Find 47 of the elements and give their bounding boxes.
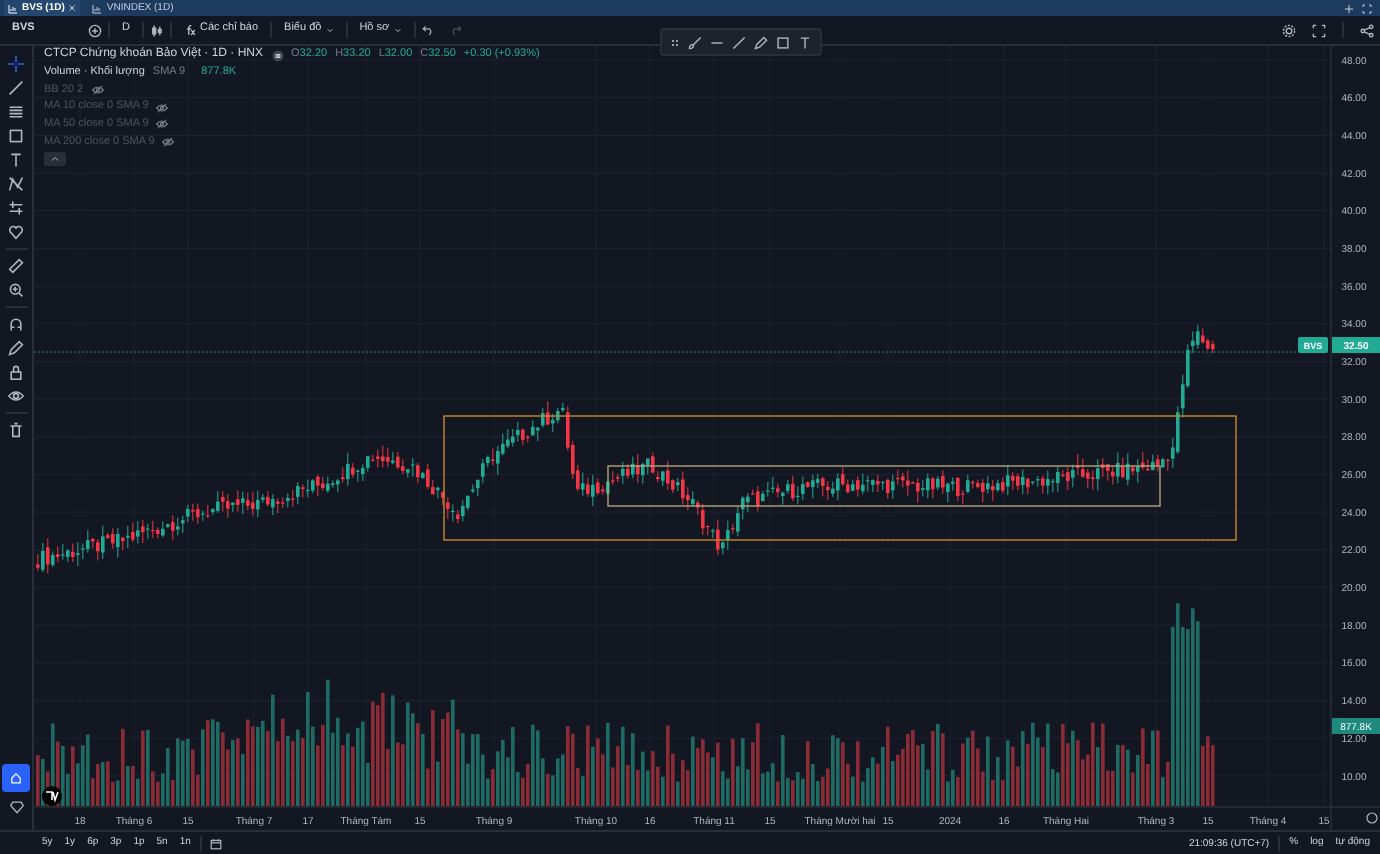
- fullscreen-icon[interactable]: [1312, 23, 1326, 37]
- trend-line-icon[interactable]: [732, 35, 746, 49]
- magnet-icon[interactable]: [8, 316, 24, 332]
- undo-icon[interactable]: [421, 24, 434, 36]
- caret-icon: [393, 26, 402, 34]
- rectangle-drawing[interactable]: [607, 465, 1161, 507]
- candles-icon[interactable]: [149, 23, 164, 37]
- expand-icon[interactable]: [1362, 3, 1372, 13]
- rectangle-icon[interactable]: [776, 35, 790, 49]
- home-icon[interactable]: [10, 772, 22, 784]
- heart-icon[interactable]: [8, 224, 24, 240]
- chart-icon: [8, 3, 18, 13]
- trash-icon[interactable]: [8, 422, 24, 438]
- caret-icon: [325, 26, 334, 34]
- text-icon[interactable]: [8, 152, 24, 168]
- pencil-icon[interactable]: [8, 340, 24, 356]
- text-icon[interactable]: [798, 35, 812, 49]
- brush-icon[interactable]: [688, 35, 702, 49]
- share-icon[interactable]: [1360, 23, 1374, 37]
- add-icon[interactable]: [1344, 3, 1354, 13]
- logo-icon: [42, 786, 62, 806]
- eye-off-icon[interactable]: [91, 84, 104, 97]
- pencil-icon[interactable]: [754, 35, 768, 49]
- chart-icon: [92, 3, 103, 13]
- axis-settings-icon[interactable]: [1366, 812, 1378, 824]
- rectangle-drawing[interactable]: [443, 415, 1237, 541]
- parallel-lines-icon[interactable]: [8, 200, 24, 216]
- eye-off-icon[interactable]: [162, 135, 175, 148]
- object-tree-icon[interactable]: [9, 800, 23, 814]
- add-symbol-icon[interactable]: [88, 23, 102, 37]
- collapse-icon[interactable]: [50, 154, 60, 165]
- eye-icon[interactable]: [8, 388, 24, 404]
- crosshair-icon[interactable]: [8, 56, 24, 72]
- pattern-icon[interactable]: [8, 176, 24, 192]
- close-icon[interactable]: [68, 4, 77, 12]
- zoom-icon[interactable]: [8, 282, 24, 298]
- ruler-icon[interactable]: [8, 258, 24, 274]
- fib-lines-icon[interactable]: [8, 104, 24, 120]
- eye-off-icon[interactable]: [156, 101, 169, 114]
- settings-icon[interactable]: [1282, 23, 1296, 37]
- lock-icon[interactable]: [8, 364, 24, 380]
- eye-off-icon[interactable]: [156, 118, 169, 131]
- menu-icon[interactable]: [271, 49, 284, 62]
- rectangle-icon[interactable]: [8, 128, 24, 144]
- trend-line-icon[interactable]: [8, 80, 24, 96]
- fx-icon: [183, 24, 196, 36]
- calendar-icon[interactable]: [210, 837, 223, 849]
